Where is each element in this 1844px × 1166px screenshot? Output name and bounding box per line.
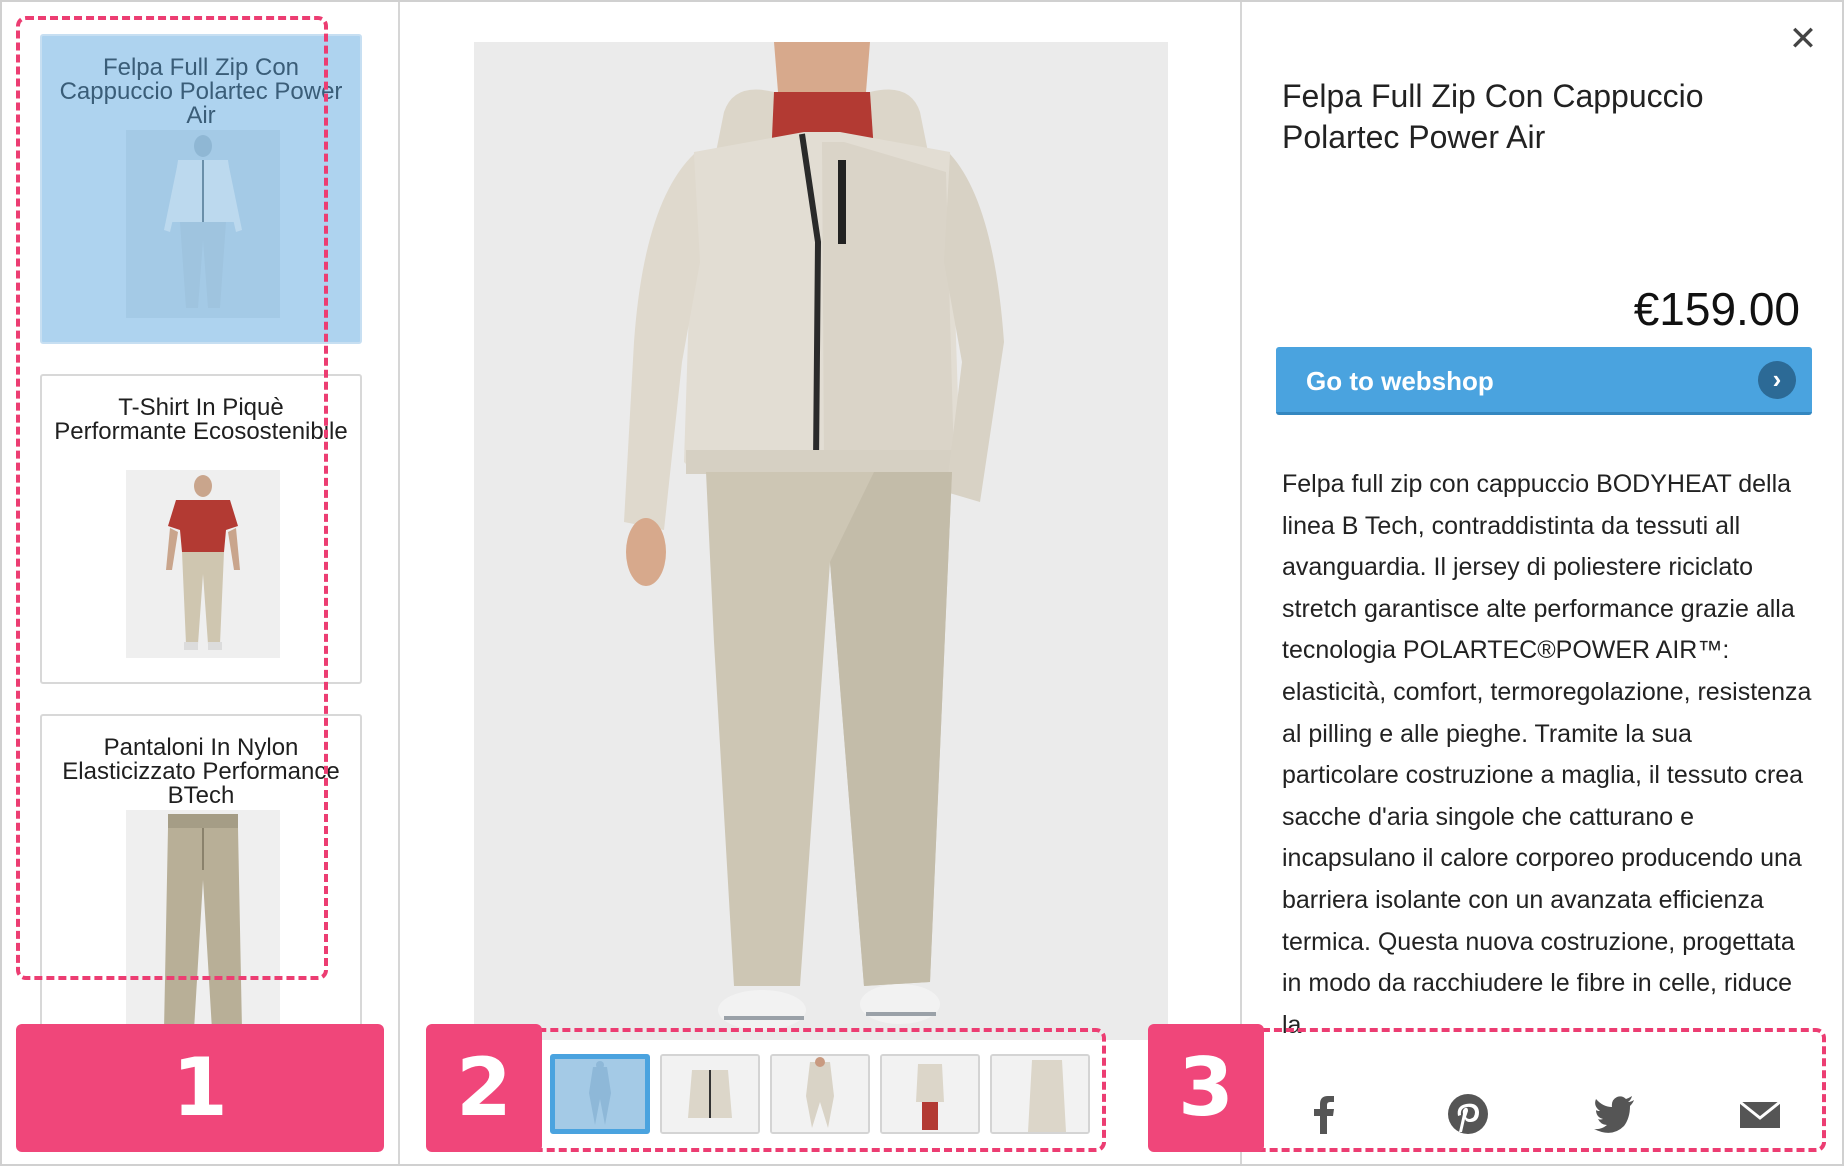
thumbnail-1[interactable] (550, 1054, 650, 1134)
thumbnail-4[interactable] (880, 1054, 980, 1134)
product-card-hoodie[interactable]: Felpa Full Zip Con Cappuccio Polartec Po… (40, 34, 362, 344)
product-details: ✕ Felpa Full Zip Con Cappuccio Polartec … (1240, 2, 1842, 1164)
product-list: Felpa Full Zip Con Cappuccio Polartec Po… (2, 2, 400, 1164)
product-card-title: Felpa Full Zip Con Cappuccio Polartec Po… (59, 54, 343, 129)
product-card-pants[interactable]: Pantaloni In Nylon Elasticizzato Perform… (40, 714, 362, 1034)
product-price: €159.00 (1633, 283, 1800, 335)
close-icon[interactable]: ✕ (1786, 22, 1820, 56)
callout-badge-3: 3 (1148, 1024, 1264, 1152)
thumbnail-3[interactable] (770, 1054, 870, 1134)
pinterest-icon[interactable] (1446, 1092, 1490, 1136)
product-card-image (126, 130, 280, 318)
product-card-image (126, 470, 280, 658)
thumbnail-strip (550, 1054, 1090, 1138)
share-bar (1262, 1040, 1842, 1164)
twitter-icon[interactable] (1592, 1092, 1636, 1136)
product-card-tshirt[interactable]: T-Shirt In Piquè Performante Ecosostenib… (40, 374, 362, 684)
main-product-image[interactable] (474, 42, 1168, 1040)
callout-badge-1: 1 (16, 1024, 384, 1152)
thumbnail-2[interactable] (660, 1054, 760, 1134)
product-description: Felpa full zip con cappuccio BODYHEAT de… (1282, 470, 1812, 1034)
facebook-icon[interactable] (1302, 1092, 1346, 1136)
product-title: Felpa Full Zip Con Cappuccio Polartec Po… (1282, 78, 1704, 155)
product-card-image (126, 810, 280, 1030)
callout-badge-2: 2 (426, 1024, 542, 1152)
thumbnail-5[interactable] (990, 1054, 1090, 1134)
product-card-title: T-Shirt In Piquè Performante Ecosostenib… (54, 394, 348, 445)
webshop-button-label: Go to webshop (1306, 366, 1494, 396)
gallery (400, 2, 1240, 1164)
go-to-webshop-button[interactable]: Go to webshop › (1276, 347, 1812, 415)
chevron-right-icon: › (1758, 361, 1796, 399)
product-card-title: Pantaloni In Nylon Elasticizzato Perform… (62, 734, 340, 809)
email-icon[interactable] (1738, 1092, 1782, 1136)
